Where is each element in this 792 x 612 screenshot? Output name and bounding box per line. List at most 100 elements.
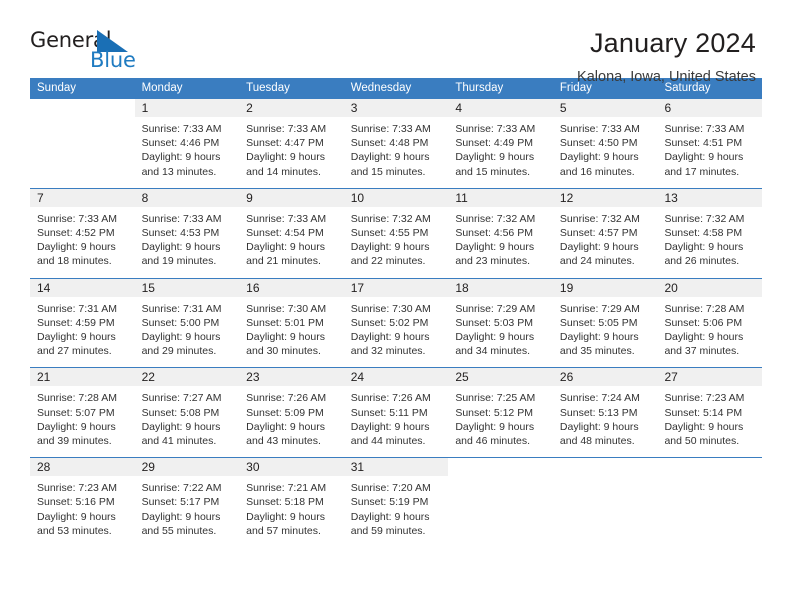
calendar-day-cell[interactable]: 22 Sunrise: 7:27 AM Sunset: 5:08 PM Dayligh… — [134, 368, 240, 457]
daylight-text-line1: Daylight: 9 hours — [455, 241, 535, 254]
daylight-text-line2: and 44 minutes. — [350, 435, 426, 448]
daylight-text-line1: Daylight: 9 hours — [246, 151, 325, 164]
calendar-day-cell[interactable]: 16 Sunrise: 7:30 AM Sunset: 5:01 PM Dayligh… — [239, 278, 344, 368]
calendar-day-cell[interactable]: 7 Sunrise: 7:33 AM Sunset: 4:52 PM Daylight… — [30, 188, 135, 278]
calendar-day-cell[interactable]: 31 Sunrise: 7:20 AM Sunset: 5:19 PM Dayligh… — [343, 458, 449, 547]
sunrise-text: Sunrise: 7:33 AM — [141, 212, 222, 225]
calendar-day-cell[interactable]: 20 Sunrise: 7:28 AM Sunset: 5:06 PM Dayligh… — [657, 278, 763, 368]
calendar-day-cell[interactable]: 4 Sunrise: 7:33 AM Sunset: 4:49 PM Daylight… — [448, 99, 553, 188]
sunset-text: Sunset: 4:51 PM — [664, 137, 743, 150]
sunset-text: Sunset: 4:49 PM — [455, 137, 533, 150]
calendar-day-info: Sunrise: 7:30 AM Sunset: 5:02 PM Daylight:… — [344, 297, 449, 368]
calendar-day-number: 26 — [552, 368, 658, 387]
calendar-week-row: 28 Sunrise: 7:23 AM Sunset: 5:16 PM Dayligh… — [30, 457, 763, 547]
calendar-day-cell[interactable]: 18 Sunrise: 7:29 AM Sunset: 5:03 PM Dayligh… — [448, 278, 553, 368]
sunrise-text: Sunrise: 7:33 AM — [664, 123, 745, 135]
sunrise-text: Sunrise: 7:26 AM — [246, 392, 327, 405]
sunset-text: Sunset: 5:19 PM — [350, 496, 429, 509]
sunset-text: Sunset: 4:47 PM — [246, 137, 324, 150]
calendar-day-cell[interactable]: 21 Sunrise: 7:28 AM Sunset: 5:07 PM Dayligh… — [30, 368, 135, 457]
sunset-text: Sunset: 5:14 PM — [664, 406, 743, 419]
daylight-text-line1: Daylight: 9 hours — [37, 241, 116, 254]
calendar-day-cell[interactable]: 25 Sunrise: 7:25 AM Sunset: 5:12 PM Dayligh… — [448, 368, 553, 457]
daylight-text-line2: and 23 minutes. — [455, 255, 531, 268]
sunrise-text: Sunrise: 7:24 AM — [559, 392, 640, 405]
calendar-day-cell[interactable]: 26 Sunrise: 7:24 AM Sunset: 5:13 PM Dayligh… — [552, 368, 658, 457]
calendar-day-cell[interactable]: 3 Sunrise: 7:33 AM Sunset: 4:48 PM Daylight… — [343, 99, 449, 188]
calendar-day-cell[interactable]: 27 Sunrise: 7:23 AM Sunset: 5:14 PM Dayligh… — [657, 368, 763, 457]
sunset-text: Sunset: 5:01 PM — [246, 316, 324, 329]
calendar-day-cell[interactable]: 11 Sunrise: 7:32 AM Sunset: 4:56 PM Dayligh… — [448, 188, 553, 278]
sunset-text: Sunset: 4:53 PM — [141, 227, 220, 240]
calendar-day-number: 21 — [30, 368, 135, 387]
calendar-day-cell[interactable]: 19 Sunrise: 7:29 AM Sunset: 5:05 PM Dayligh… — [552, 278, 658, 368]
daylight-text-line2: and 30 minutes. — [246, 345, 321, 358]
calendar-day-number: 13 — [657, 188, 763, 207]
calendar-day-cell[interactable]: 30 Sunrise: 7:21 AM Sunset: 5:18 PM Dayligh… — [239, 458, 344, 547]
calendar-day-number — [30, 99, 135, 117]
calendar-day-info — [553, 476, 658, 543]
daylight-text-line2: and 18 minutes. — [37, 255, 112, 268]
calendar-day-info — [30, 117, 135, 184]
daylight-text-line1: Daylight: 9 hours — [350, 510, 430, 523]
calendar-week-days: 1 Sunrise: 7:33 AM Sunset: 4:46 PM Daylight… — [30, 99, 763, 188]
sunset-text: Sunset: 5:18 PM — [246, 496, 324, 509]
sunrise-text: Sunrise: 7:33 AM — [559, 123, 640, 135]
sunset-text: Sunset: 4:50 PM — [559, 137, 638, 150]
calendar-day-info: Sunrise: 7:32 AM Sunset: 4:57 PM Daylight:… — [553, 207, 658, 278]
calendar-day-cell-empty — [552, 458, 658, 547]
sunrise-text: Sunrise: 7:31 AM — [37, 302, 117, 315]
daylight-text-line2: and 53 minutes. — [37, 524, 112, 537]
calendar-day-cell[interactable]: 9 Sunrise: 7:33 AM Sunset: 4:54 PM Daylight… — [239, 188, 344, 278]
sunset-text: Sunset: 4:48 PM — [350, 137, 429, 150]
calendar-day-cell[interactable]: 14 Sunrise: 7:31 AM Sunset: 4:59 PM Dayligh… — [30, 278, 135, 368]
calendar-day-cell[interactable]: 15 Sunrise: 7:31 AM Sunset: 5:00 PM Dayligh… — [134, 278, 240, 368]
daylight-text-line1: Daylight: 9 hours — [455, 331, 535, 344]
calendar-day-info: Sunrise: 7:29 AM Sunset: 5:05 PM Daylight:… — [553, 297, 658, 368]
daylight-text-line2: and 37 minutes. — [664, 345, 740, 358]
calendar-day-cell[interactable]: 1 Sunrise: 7:33 AM Sunset: 4:46 PM Daylight… — [134, 99, 240, 188]
calendar-day-cell[interactable]: 13 Sunrise: 7:32 AM Sunset: 4:58 PM Dayligh… — [657, 188, 763, 278]
calendar-week-row: 14 Sunrise: 7:31 AM Sunset: 4:59 PM Dayligh… — [30, 277, 763, 368]
daylight-text-line2: and 14 minutes. — [246, 165, 321, 178]
calendar-day-info: Sunrise: 7:32 AM Sunset: 4:56 PM Daylight:… — [448, 207, 553, 278]
sunset-text: Sunset: 5:13 PM — [559, 406, 638, 419]
sunset-text: Sunset: 4:59 PM — [37, 316, 115, 329]
daylight-text-line1: Daylight: 9 hours — [246, 241, 325, 254]
calendar-day-cell[interactable]: 23 Sunrise: 7:26 AM Sunset: 5:09 PM Dayligh… — [239, 368, 344, 457]
sunrise-text: Sunrise: 7:32 AM — [664, 212, 745, 225]
sunrise-text: Sunrise: 7:28 AM — [37, 392, 117, 405]
calendar-day-cell[interactable]: 29 Sunrise: 7:22 AM Sunset: 5:17 PM Dayligh… — [134, 458, 240, 547]
calendar-day-number: 20 — [657, 278, 763, 297]
calendar-day-cell[interactable]: 8 Sunrise: 7:33 AM Sunset: 4:53 PM Daylight… — [134, 188, 240, 278]
sunset-text: Sunset: 5:02 PM — [350, 316, 429, 329]
calendar-day-info — [448, 476, 553, 543]
calendar-day-cell[interactable]: 12 Sunrise: 7:32 AM Sunset: 4:57 PM Dayligh… — [552, 188, 658, 278]
calendar-day-info: Sunrise: 7:29 AM Sunset: 5:03 PM Daylight:… — [448, 297, 553, 368]
calendar-day-cell[interactable]: 10 Sunrise: 7:32 AM Sunset: 4:55 PM Dayligh… — [343, 188, 449, 278]
calendar-day-cell[interactable]: 2 Sunrise: 7:33 AM Sunset: 4:47 PM Daylight… — [239, 99, 344, 188]
sunrise-text: Sunrise: 7:33 AM — [141, 123, 222, 135]
calendar-day-cell-empty — [657, 458, 763, 547]
calendar-day-info: Sunrise: 7:28 AM Sunset: 5:06 PM Daylight:… — [657, 297, 762, 368]
daylight-text-line1: Daylight: 9 hours — [141, 420, 221, 433]
calendar-day-cell[interactable]: 5 Sunrise: 7:33 AM Sunset: 4:50 PM Daylight… — [552, 99, 658, 188]
calendar-day-info: Sunrise: 7:33 AM Sunset: 4:49 PM Daylight:… — [448, 117, 553, 188]
page-header: General Blue January 2024 Kalona, Iowa, … — [0, 0, 792, 85]
calendar-day-cell[interactable]: 6 Sunrise: 7:33 AM Sunset: 4:51 PM Daylight… — [657, 99, 763, 188]
calendar-day-number: 8 — [134, 188, 240, 207]
sunset-text: Sunset: 4:58 PM — [664, 227, 743, 240]
brand-logo[interactable]: General Blue — [30, 26, 142, 76]
calendar-day-cell[interactable]: 28 Sunrise: 7:23 AM Sunset: 5:16 PM Dayligh… — [30, 458, 135, 547]
sunrise-text: Sunrise: 7:33 AM — [246, 123, 327, 135]
calendar-day-cell[interactable]: 24 Sunrise: 7:26 AM Sunset: 5:11 PM Dayligh… — [343, 368, 449, 457]
daylight-text-line1: Daylight: 9 hours — [350, 151, 430, 164]
calendar-day-number: 29 — [134, 458, 240, 477]
sunset-text: Sunset: 4:46 PM — [141, 137, 220, 150]
daylight-text-line2: and 48 minutes. — [559, 435, 635, 448]
sunrise-text: Sunrise: 7:33 AM — [246, 212, 327, 225]
calendar-day-cell[interactable]: 17 Sunrise: 7:30 AM Sunset: 5:02 PM Dayligh… — [343, 278, 449, 368]
daylight-text-line2: and 26 minutes. — [664, 255, 740, 268]
page-title: January 2024 — [589, 28, 756, 58]
sunset-text: Sunset: 5:03 PM — [455, 316, 533, 329]
